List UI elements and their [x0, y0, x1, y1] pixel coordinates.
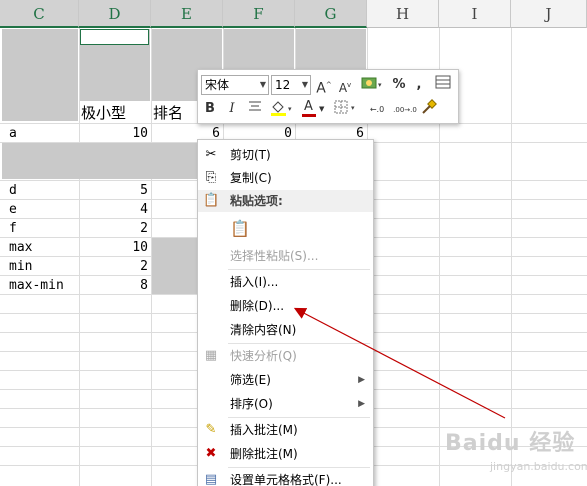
spreadsheet-window: C D E F G H I J 极小型 排名 a 10 6 0 6 d 5 e … — [0, 0, 587, 486]
annotation-arrow — [293, 307, 506, 419]
watermark-url: jingyan.baidu.com — [490, 460, 587, 473]
watermark-logo: Baidu 经验 — [445, 431, 576, 456]
